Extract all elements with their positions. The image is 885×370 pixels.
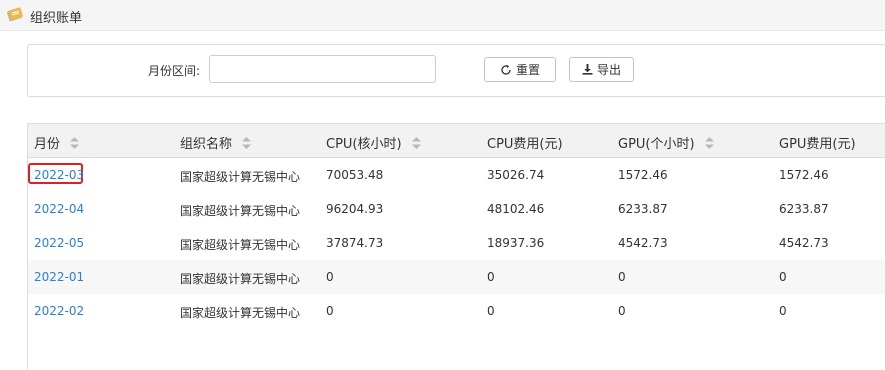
sort-icon[interactable] bbox=[704, 136, 714, 149]
table-row: 2022-03 国家超级计算无锡中心 70053.48 35026.74 157… bbox=[28, 158, 885, 192]
page-title: 组织账单 bbox=[30, 11, 83, 26]
table-row: 2022-05 国家超级计算无锡中心 37874.73 18937.36 454… bbox=[28, 226, 885, 260]
column-header-gpu-hours[interactable]: GPU(个小时) bbox=[618, 133, 714, 152]
month-link[interactable]: 2022-01 bbox=[34, 270, 84, 284]
column-header-month[interactable]: 月份 bbox=[34, 133, 80, 152]
cpu-hours-cell: 0 bbox=[326, 270, 334, 284]
column-header-org-name[interactable]: 组织名称 bbox=[180, 133, 252, 152]
gpu-hours-cell: 4542.73 bbox=[618, 236, 668, 250]
month-link[interactable]: 2022-04 bbox=[34, 202, 84, 216]
column-header-gpu-cost: GPU费用(元) bbox=[779, 137, 856, 152]
export-button-label: 导出 bbox=[596, 63, 621, 77]
cpu-hours-cell: 37874.73 bbox=[326, 236, 384, 250]
export-button[interactable]: 导出 bbox=[569, 57, 634, 82]
table-row: 2022-04 国家超级计算无锡中心 96204.93 48102.46 623… bbox=[28, 192, 885, 226]
cpu-cost-cell: 35026.74 bbox=[487, 168, 545, 182]
month-link[interactable]: 2022-05 bbox=[34, 236, 84, 250]
table-row: 2022-01 国家超级计算无锡中心 0 0 0 0 bbox=[28, 260, 885, 294]
month-range-label: 月份区间: bbox=[148, 64, 201, 78]
gpu-cost-cell: 6233.87 bbox=[779, 202, 829, 216]
gpu-cost-cell: 0 bbox=[779, 270, 787, 284]
gpu-hours-cell: 0 bbox=[618, 270, 626, 284]
gpu-hours-cell: 1572.46 bbox=[618, 168, 668, 182]
table-header: 月份 组织名称 CPU(核小时) CPU费用(元) GPU(个小时) GPU费用… bbox=[28, 123, 885, 158]
ledger-icon bbox=[6, 6, 24, 22]
cpu-cost-cell: 0 bbox=[487, 270, 495, 284]
org-name-cell: 国家超级计算无锡中心 bbox=[180, 272, 301, 286]
month-link[interactable]: 2022-03 bbox=[34, 168, 84, 182]
bill-table: 月份 组织名称 CPU(核小时) CPU费用(元) GPU(个小时) GPU费用… bbox=[27, 123, 885, 370]
column-header-cpu-cost: CPU费用(元) bbox=[487, 137, 563, 152]
org-name-cell: 国家超级计算无锡中心 bbox=[180, 204, 301, 218]
table-row: 2022-02 国家超级计算无锡中心 0 0 0 0 bbox=[28, 294, 885, 328]
download-icon bbox=[582, 64, 593, 75]
month-range-input[interactable] bbox=[209, 55, 436, 83]
page-header: 组织账单 bbox=[0, 0, 885, 31]
gpu-cost-cell: 4542.73 bbox=[779, 236, 829, 250]
gpu-cost-cell: 0 bbox=[779, 304, 787, 318]
cpu-cost-cell: 18937.36 bbox=[487, 236, 545, 250]
gpu-cost-cell: 1572.46 bbox=[779, 168, 829, 182]
column-header-cpu-hours[interactable]: CPU(核小时) bbox=[326, 133, 421, 152]
refresh-icon bbox=[500, 64, 512, 76]
org-name-cell: 国家超级计算无锡中心 bbox=[180, 170, 301, 184]
cpu-cost-cell: 48102.46 bbox=[487, 202, 545, 216]
org-name-cell: 国家超级计算无锡中心 bbox=[180, 238, 301, 252]
sort-icon[interactable] bbox=[411, 136, 421, 149]
org-name-cell: 国家超级计算无锡中心 bbox=[180, 306, 301, 320]
month-link[interactable]: 2022-02 bbox=[34, 304, 84, 318]
cpu-hours-cell: 0 bbox=[326, 304, 334, 318]
reset-button[interactable]: 重置 bbox=[484, 57, 556, 82]
sort-icon[interactable] bbox=[70, 136, 80, 149]
gpu-hours-cell: 0 bbox=[618, 304, 626, 318]
cpu-hours-cell: 70053.48 bbox=[326, 168, 384, 182]
sort-icon[interactable] bbox=[242, 136, 252, 149]
reset-button-label: 重置 bbox=[515, 63, 540, 77]
gpu-hours-cell: 6233.87 bbox=[618, 202, 668, 216]
org-bill-page: 组织账单 月份区间: 重置 导出 月份 组织名称 CPU(核小时) CPU费用(… bbox=[0, 0, 885, 370]
cpu-hours-cell: 96204.93 bbox=[326, 202, 384, 216]
cpu-cost-cell: 0 bbox=[487, 304, 495, 318]
